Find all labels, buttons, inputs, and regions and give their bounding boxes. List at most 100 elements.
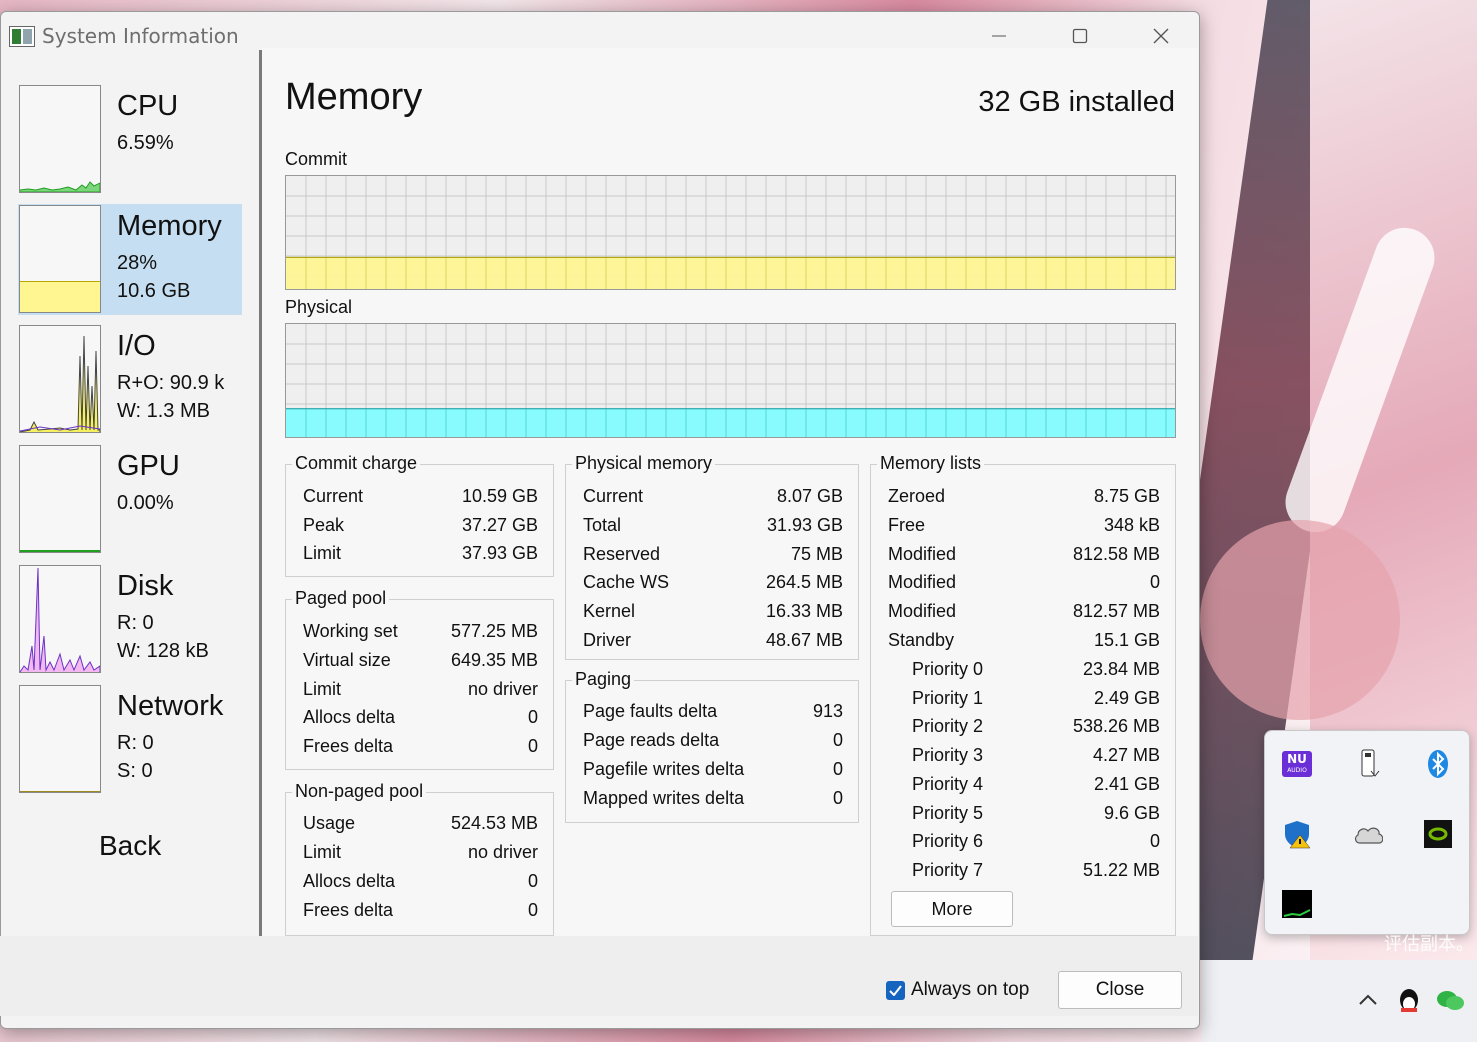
page-title: Memory	[285, 76, 423, 118]
chevron-up-icon[interactable]	[1358, 990, 1378, 1010]
kv-value: 0	[527, 707, 538, 728]
kv-label: Priority 4	[912, 773, 984, 794]
kv-row: Peak 37.27 GB	[286, 515, 553, 543]
sidebar-item-disk[interactable]: Disk R: 0 W: 128 kB	[18, 564, 242, 675]
kv-label: Pagefile writes delta	[583, 759, 745, 779]
sidebar-item-value: R: 0	[117, 612, 154, 634]
nvidia-icon[interactable]	[1423, 819, 1453, 849]
sidebar-item-cpu[interactable]: CPU 6.59%	[18, 84, 242, 195]
kv-row: Limit no driver	[286, 679, 553, 707]
network-thumbnail-graph	[19, 685, 101, 793]
watermark-text: 评估副本。	[1384, 934, 1474, 955]
kv-row: Total 31.93 GB	[566, 515, 858, 543]
always-on-top-checkbox[interactable]	[886, 981, 905, 1000]
always-on-top-label[interactable]: Always on top	[911, 979, 1029, 1001]
sidebar-item-name: Network	[117, 690, 224, 722]
kv-label: Page faults delta	[583, 701, 718, 721]
windows-security-warning-icon[interactable]	[1282, 819, 1312, 849]
kv-label: Priority 3	[912, 745, 984, 766]
io-thumbnail-graph	[19, 325, 101, 433]
sidebar-item-value: 28%	[117, 252, 158, 274]
kv-label: Mapped writes delta	[583, 788, 745, 808]
paged-pool-group: Paged pool Working set 577.25 MB Virtual s…	[285, 588, 554, 770]
kv-label: Limit	[303, 543, 342, 564]
kv-row: Modified 0	[871, 572, 1175, 600]
sidebar-item-name: Memory	[117, 210, 222, 242]
kv-value: 15.1 GB	[1093, 630, 1160, 650]
commit-graph	[285, 175, 1176, 290]
wechat-icon[interactable]	[1436, 988, 1466, 1014]
qq-icon[interactable]	[1396, 988, 1422, 1016]
maximize-icon	[1072, 28, 1088, 44]
kv-value: 0	[527, 900, 538, 920]
kv-label: Priority 5	[912, 802, 984, 823]
gpu-thumbnail-graph	[19, 445, 101, 553]
kv-value: 348 kB	[1103, 514, 1160, 535]
sidebar-item-value: S: 0	[117, 760, 153, 782]
nu-audio-icon[interactable]: NU AUDIO	[1282, 749, 1312, 779]
kv-value: 0	[832, 759, 843, 779]
back-link[interactable]: Back	[99, 830, 161, 862]
kv-label: Standby	[888, 630, 955, 650]
sidebar-item-network[interactable]: Network R: 0 S: 0	[18, 684, 242, 795]
kv-label: Current	[303, 486, 364, 506]
kv-row: Priority 2 538.26 MB	[871, 716, 1175, 744]
kv-label: Peak	[303, 514, 345, 535]
kv-row: Limit 37.93 GB	[286, 543, 553, 571]
kv-label: Limit	[303, 678, 342, 699]
kv-label: Priority 2	[912, 716, 984, 737]
system-informer-icon[interactable]	[1282, 889, 1312, 919]
kv-label: Priority 0	[912, 659, 984, 679]
kv-label: Working set	[303, 621, 398, 641]
kv-row: Page reads delta 0	[566, 730, 858, 758]
sidebar-item-io[interactable]: I/O R+O: 90.9 k W: 1.3 MB	[18, 324, 242, 435]
kv-label: Usage	[303, 813, 356, 833]
kv-value: 51.22 MB	[1082, 859, 1160, 880]
kv-label: Virtual size	[303, 649, 391, 670]
kv-row: Allocs delta 0	[286, 871, 553, 899]
kv-row: Frees delta 0	[286, 900, 553, 928]
kv-value: 10.59 GB	[461, 486, 538, 506]
kv-value: 538.26 MB	[1072, 716, 1160, 737]
kv-value: 577.25 MB	[450, 621, 538, 641]
nonpaged-pool-group: Non-paged pool Usage 524.53 MB Limit no dri…	[285, 781, 554, 936]
cpu-thumbnail-graph	[19, 85, 101, 193]
kv-row: Zeroed 8.75 GB	[871, 486, 1175, 514]
onedrive-cloud-icon[interactable]	[1353, 819, 1383, 849]
kv-row: Priority 4 2.41 GB	[871, 774, 1175, 802]
kv-label: Cache WS	[583, 572, 670, 593]
sidebar-item-gpu[interactable]: GPU 0.00%	[18, 444, 242, 555]
kv-row: Priority 7 51.22 MB	[871, 860, 1175, 888]
sidebar-item-value: 6.59%	[117, 132, 174, 154]
kv-label: Current	[583, 486, 644, 506]
kv-value: 37.93 GB	[461, 543, 538, 564]
usb-drive-icon[interactable]	[1353, 749, 1383, 779]
kv-label: Zeroed	[888, 486, 946, 506]
sidebar-item-value: 0.00%	[117, 492, 174, 514]
close-button[interactable]: Close	[1058, 971, 1182, 1009]
physical-graph	[285, 323, 1176, 438]
kv-label: Kernel	[583, 601, 636, 622]
sidebar-item-name: Disk	[117, 570, 174, 602]
kv-value: 31.93 GB	[766, 514, 843, 535]
kv-value: 264.5 MB	[765, 572, 843, 593]
sidebar-item-name: I/O	[117, 330, 156, 362]
kv-row: Mapped writes delta 0	[566, 788, 858, 816]
group-title: Memory lists	[877, 453, 985, 474]
memory-lists-group: Memory lists Zeroed 8.75 GB Free 348 kB Modi…	[870, 453, 1176, 936]
sidebar-item-memory[interactable]: Memory 28% 10.6 GB	[18, 204, 242, 315]
kv-row: Virtual size 649.35 MB	[286, 650, 553, 678]
kv-value: no driver	[467, 842, 538, 862]
kv-label: Modified	[888, 572, 957, 593]
kv-label: Driver	[583, 630, 631, 650]
more-button[interactable]: More	[891, 891, 1013, 927]
kv-row: Free 348 kB	[871, 515, 1175, 543]
kv-value: 0	[527, 871, 538, 891]
taskbar-tray-area	[1202, 960, 1477, 1042]
kv-label: Priority 1	[912, 687, 984, 708]
sidebar-item-value: R: 0	[117, 732, 154, 754]
paging-group: Paging Page faults delta 913 Page reads de…	[565, 669, 859, 823]
kv-label: Page reads delta	[583, 730, 720, 750]
physical-memory-group: Physical memory Current 8.07 GB Total 31.93…	[565, 453, 859, 660]
bluetooth-icon[interactable]	[1423, 749, 1453, 779]
